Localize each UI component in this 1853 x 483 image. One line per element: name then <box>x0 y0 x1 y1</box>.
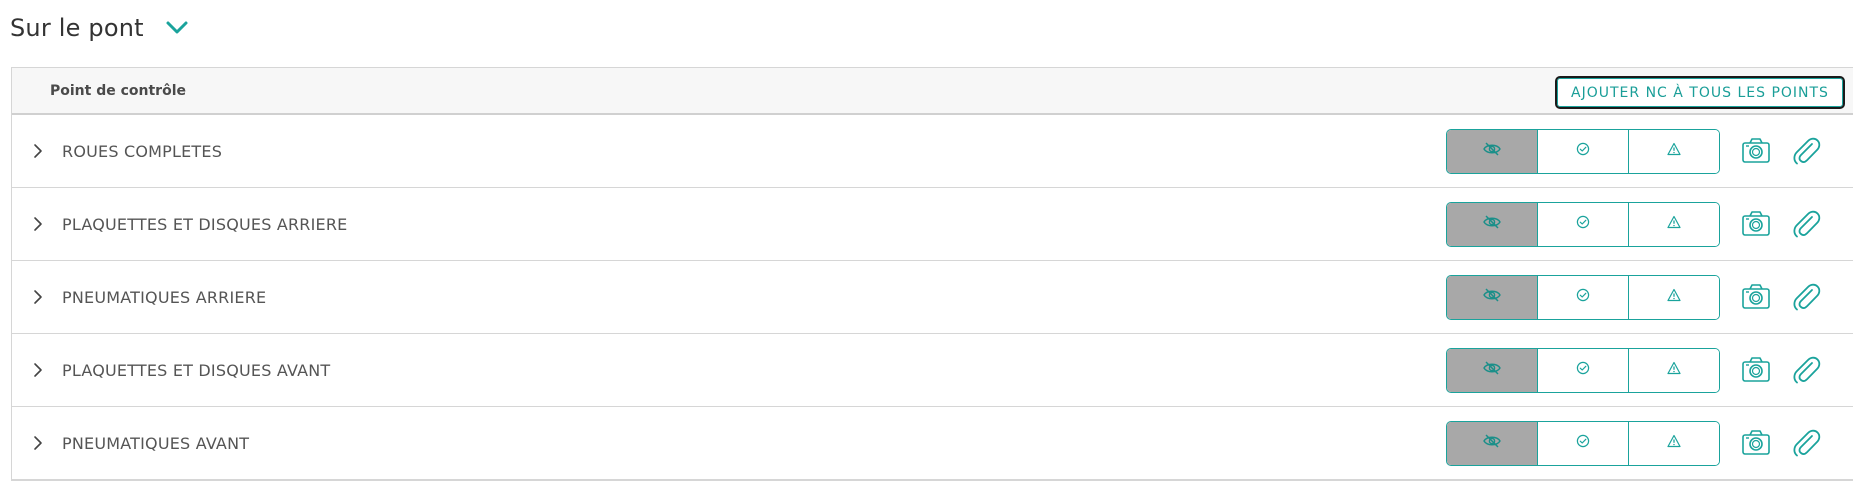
eye-off-icon <box>1482 141 1502 162</box>
status-nc-button[interactable] <box>1629 203 1719 246</box>
paperclip-icon[interactable] <box>1790 208 1822 240</box>
checkpoint-label: PLAQUETTES ET DISQUES ARRIERE <box>62 215 348 234</box>
check-circle-icon <box>1576 142 1590 161</box>
camera-icon[interactable] <box>1741 137 1771 165</box>
status-ok-button[interactable] <box>1538 130 1629 173</box>
warning-icon <box>1667 288 1681 307</box>
status-nc-button[interactable] <box>1629 422 1719 465</box>
status-nc-button[interactable] <box>1629 276 1719 319</box>
status-toggle-group <box>1446 129 1720 174</box>
chevron-right-icon[interactable] <box>28 141 48 161</box>
paperclip-icon[interactable] <box>1790 135 1822 167</box>
chevron-down-icon[interactable] <box>162 13 192 43</box>
status-not-applicable-button[interactable] <box>1447 130 1538 173</box>
warning-icon <box>1667 361 1681 380</box>
paperclip-icon[interactable] <box>1790 427 1822 459</box>
status-toggle-group <box>1446 275 1720 320</box>
camera-icon[interactable] <box>1741 356 1771 384</box>
status-ok-button[interactable] <box>1538 349 1629 392</box>
warning-icon <box>1667 215 1681 234</box>
status-ok-button[interactable] <box>1538 422 1629 465</box>
checkpoint-row: PLAQUETTES ET DISQUES AVANT <box>12 334 1853 407</box>
status-toggle-group <box>1446 202 1720 247</box>
check-circle-icon <box>1576 361 1590 380</box>
section-title: Sur le pont <box>10 14 144 42</box>
camera-icon[interactable] <box>1741 429 1771 457</box>
check-circle-icon <box>1576 288 1590 307</box>
chevron-right-icon[interactable] <box>28 433 48 453</box>
status-ok-button[interactable] <box>1538 276 1629 319</box>
checkpoint-label: PLAQUETTES ET DISQUES AVANT <box>62 361 331 380</box>
paperclip-icon[interactable] <box>1790 281 1822 313</box>
checkpoint-label: PNEUMATIQUES ARRIERE <box>62 288 267 307</box>
checkpoint-label: PNEUMATIQUES AVANT <box>62 434 250 453</box>
status-ok-button[interactable] <box>1538 203 1629 246</box>
table-header: Point de contrôle AJOUTER NC À TOUS LES … <box>12 68 1853 115</box>
status-not-applicable-button[interactable] <box>1447 203 1538 246</box>
camera-icon[interactable] <box>1741 210 1771 238</box>
checkpoint-row: PLAQUETTES ET DISQUES ARRIERE <box>12 188 1853 261</box>
check-circle-icon <box>1576 434 1590 453</box>
eye-off-icon <box>1482 360 1502 381</box>
status-nc-button[interactable] <box>1629 130 1719 173</box>
checkpoint-row: PNEUMATIQUES ARRIERE <box>12 261 1853 334</box>
status-not-applicable-button[interactable] <box>1447 422 1538 465</box>
chevron-right-icon[interactable] <box>28 287 48 307</box>
checkpoint-row: PNEUMATIQUES AVANT <box>12 407 1853 480</box>
check-circle-icon <box>1576 215 1590 234</box>
status-toggle-group <box>1446 348 1720 393</box>
status-nc-button[interactable] <box>1629 349 1719 392</box>
eye-off-icon <box>1482 214 1502 235</box>
eye-off-icon <box>1482 287 1502 308</box>
warning-icon <box>1667 142 1681 161</box>
section-header: Sur le pont <box>10 8 192 48</box>
status-not-applicable-button[interactable] <box>1447 349 1538 392</box>
chevron-right-icon[interactable] <box>28 360 48 380</box>
add-nc-all-button[interactable]: AJOUTER NC À TOUS LES POINTS <box>1555 76 1845 109</box>
column-header-checkpoint: Point de contrôle <box>50 83 186 99</box>
warning-icon <box>1667 434 1681 453</box>
checkpoint-label: ROUES COMPLETES <box>62 142 223 161</box>
status-not-applicable-button[interactable] <box>1447 276 1538 319</box>
checkpoint-row: ROUES COMPLETES <box>12 115 1853 188</box>
camera-icon[interactable] <box>1741 283 1771 311</box>
eye-off-icon <box>1482 433 1502 454</box>
paperclip-icon[interactable] <box>1790 354 1822 386</box>
status-toggle-group <box>1446 421 1720 466</box>
chevron-right-icon[interactable] <box>28 214 48 234</box>
checkpoint-table: Point de contrôle AJOUTER NC À TOUS LES … <box>11 67 1853 481</box>
